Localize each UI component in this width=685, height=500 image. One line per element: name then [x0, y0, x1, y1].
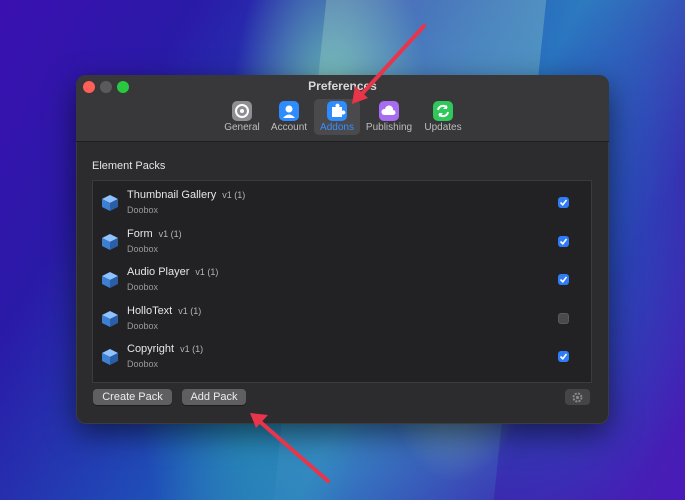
pack-name: Form v1 (1): [127, 228, 182, 240]
create-pack-button[interactable]: Create Pack: [93, 389, 172, 405]
tab-addons-label: Addons: [320, 122, 354, 133]
pack-enabled-checkbox[interactable]: [558, 236, 569, 247]
element-packs-list[interactable]: Thumbnail Gallery v1 (1) Doobox Form v1 (1…: [92, 180, 592, 383]
gear-icon: [232, 101, 252, 121]
window-titlebar: Preferences General Account Addons Publi…: [76, 75, 609, 142]
tab-addons[interactable]: Addons: [314, 99, 360, 135]
list-item[interactable]: Form v1 (1) Doobox: [93, 222, 591, 260]
refresh-icon: [433, 101, 453, 121]
package-icon: [102, 311, 118, 327]
tab-account-label: Account: [270, 122, 308, 133]
package-icon: [102, 195, 118, 211]
tab-publishing-label: Publishing: [365, 122, 413, 133]
pack-version: v1 (1): [222, 190, 246, 200]
list-item[interactable]: Thumbnail Gallery v1 (1) Doobox: [93, 183, 591, 221]
pack-vendor: Doobox: [127, 244, 159, 254]
tab-publishing[interactable]: Publishing: [364, 99, 414, 135]
pack-enabled-checkbox[interactable]: [558, 313, 569, 324]
pack-vendor: Doobox: [127, 282, 159, 292]
tab-updates[interactable]: Updates: [420, 99, 466, 135]
tab-updates-label: Updates: [424, 122, 462, 133]
add-pack-button[interactable]: Add Pack: [182, 389, 246, 405]
puzzle-icon: [327, 101, 347, 121]
package-icon: [102, 349, 118, 365]
pack-name: Thumbnail Gallery v1 (1): [127, 189, 246, 201]
package-icon: [102, 234, 118, 250]
pack-vendor: Doobox: [127, 359, 159, 369]
pack-version: v1 (1): [158, 229, 182, 239]
tab-general[interactable]: General: [219, 99, 265, 135]
pack-vendor: Doobox: [127, 321, 159, 331]
package-icon: [102, 272, 118, 288]
list-item[interactable]: Copyright v1 (1) Doobox: [93, 337, 591, 375]
cloud-icon: [379, 101, 399, 121]
list-item[interactable]: HolloText v1 (1) Doobox: [93, 299, 591, 337]
pack-enabled-checkbox[interactable]: [558, 274, 569, 285]
pack-vendor: Doobox: [127, 205, 159, 215]
gear-icon: [572, 392, 583, 403]
element-packs-heading: Element Packs: [92, 160, 166, 172]
pack-enabled-checkbox[interactable]: [558, 197, 569, 208]
tab-general-label: General: [224, 122, 260, 133]
pack-name: Copyright v1 (1): [127, 343, 204, 355]
pack-enabled-checkbox[interactable]: [558, 351, 569, 362]
pack-name: HolloText v1 (1): [127, 305, 202, 317]
pack-version: v1 (1): [195, 267, 219, 277]
preferences-window: Preferences General Account Addons Publi…: [76, 75, 609, 424]
pack-version: v1 (1): [180, 344, 204, 354]
window-title: Preferences: [308, 79, 377, 93]
list-item[interactable]: Audio Player v1 (1) Doobox: [93, 260, 591, 298]
tab-account[interactable]: Account: [266, 99, 312, 135]
person-icon: [279, 101, 299, 121]
pack-settings-button[interactable]: [565, 389, 590, 405]
pack-version: v1 (1): [178, 306, 202, 316]
pack-name: Audio Player v1 (1): [127, 266, 219, 278]
